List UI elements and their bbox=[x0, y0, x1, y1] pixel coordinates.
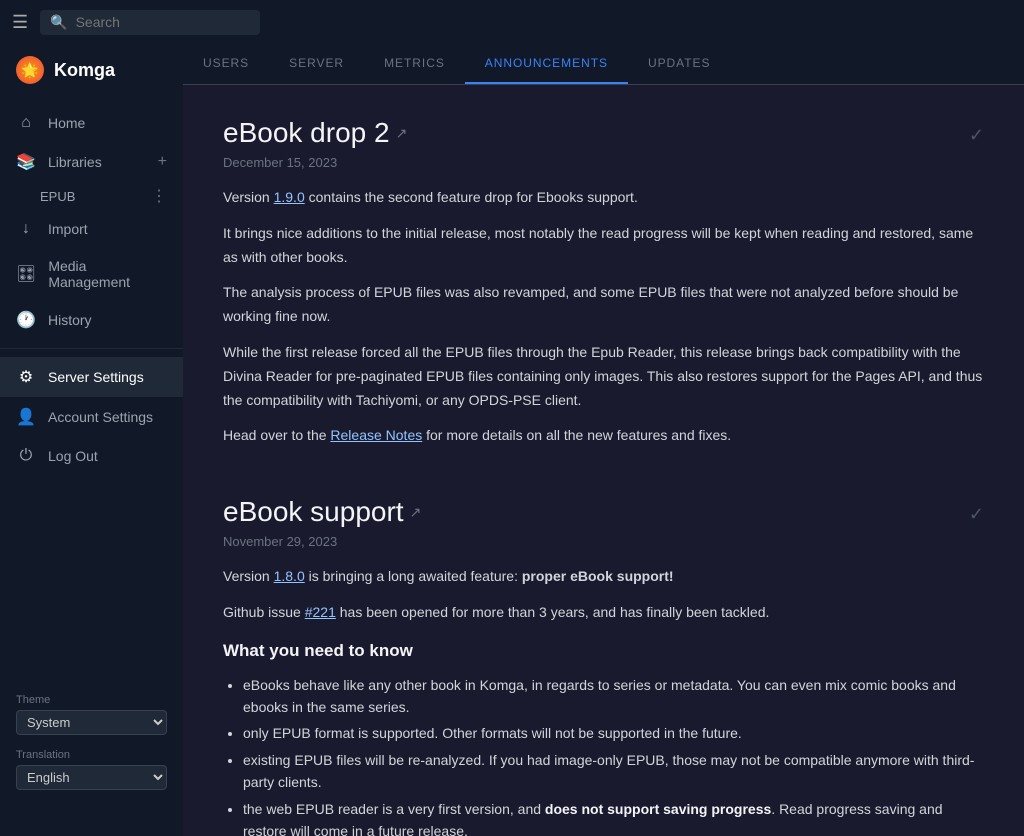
announcement-title-2: eBook support ↗ bbox=[223, 496, 984, 528]
sidebar-item-label: History bbox=[48, 312, 167, 328]
announcement-ebook-support: ✓ eBook support ↗ November 29, 2023 Vers… bbox=[223, 496, 984, 836]
history-icon: 🕐 bbox=[16, 310, 36, 330]
announcement-date-2: November 29, 2023 bbox=[223, 534, 984, 549]
logo-icon: 🌟 bbox=[16, 56, 44, 84]
sidebar-item-label: Import bbox=[48, 221, 167, 237]
list-item: only EPUB format is supported. Other for… bbox=[243, 722, 984, 744]
check-icon-2: ✓ bbox=[969, 504, 984, 525]
log-out-icon: ⏻ bbox=[16, 447, 36, 465]
theme-section: Theme System bbox=[16, 694, 167, 735]
announcement-body: Version 1.9.0 contains the second featur… bbox=[223, 186, 984, 448]
libraries-icon: 📚 bbox=[16, 152, 36, 172]
account-settings-icon: 👤 bbox=[16, 407, 36, 427]
epub-library-header: EPUB ⋮ bbox=[0, 182, 183, 210]
announcement-date: December 15, 2023 bbox=[223, 155, 984, 170]
tabs-bar: USERS SERVER METRICS ANNOUNCEMENTS UPDAT… bbox=[183, 44, 1024, 85]
home-icon: ⌂ bbox=[16, 114, 36, 132]
sidebar-item-label: Home bbox=[48, 115, 167, 131]
tab-users[interactable]: USERS bbox=[183, 44, 269, 84]
tab-updates[interactable]: UPDATES bbox=[628, 44, 731, 84]
sidebar-divider bbox=[0, 348, 183, 349]
ext-link-icon: ↗ bbox=[396, 125, 408, 142]
sidebar-item-log-out[interactable]: ⏻ Log Out bbox=[0, 437, 183, 475]
sidebar-item-history[interactable]: 🕐 History bbox=[0, 300, 183, 340]
app-logo: 🌟 Komga bbox=[0, 44, 183, 96]
theme-select[interactable]: System bbox=[16, 710, 167, 735]
app-name: Komga bbox=[54, 60, 115, 81]
server-settings-icon: ⚙ bbox=[16, 367, 36, 387]
translation-label: Translation bbox=[16, 749, 167, 761]
sidebar-footer: Theme System Translation English bbox=[0, 682, 183, 816]
sidebar-item-label: Account Settings bbox=[48, 409, 167, 425]
search-icon: 🔍 bbox=[50, 14, 67, 31]
media-management-icon: 🎛 bbox=[16, 264, 36, 284]
search-box: 🔍 bbox=[40, 10, 260, 35]
list-item: eBooks behave like any other book in Kom… bbox=[243, 674, 984, 719]
announcement-title: eBook drop 2 ↗ bbox=[223, 117, 984, 149]
version-link[interactable]: 1.9.0 bbox=[274, 189, 305, 205]
what-to-know-title: What you need to know bbox=[223, 637, 984, 666]
sidebar-item-home[interactable]: ⌂ Home bbox=[0, 104, 183, 142]
release-notes-link[interactable]: Release Notes bbox=[330, 427, 422, 443]
sidebar-item-media-management[interactable]: 🎛 Media Management bbox=[0, 248, 183, 300]
sidebar-nav: ⌂ Home 📚 Libraries + EPUB ⋮ ↓ Import 🎛 M… bbox=[0, 104, 183, 475]
sidebar-item-label: Media Management bbox=[48, 258, 167, 290]
tab-metrics[interactable]: METRICS bbox=[364, 44, 465, 84]
sidebar-item-libraries[interactable]: 📚 Libraries + bbox=[0, 142, 183, 182]
epub-library-menu-icon[interactable]: ⋮ bbox=[151, 186, 167, 206]
search-input[interactable] bbox=[76, 14, 251, 30]
check-icon: ✓ bbox=[969, 125, 984, 146]
tab-announcements[interactable]: ANNOUNCEMENTS bbox=[465, 44, 628, 84]
announcements-content: ✓ eBook drop 2 ↗ December 15, 2023 Versi… bbox=[183, 85, 1024, 836]
what-to-know-list: eBooks behave like any other book in Kom… bbox=[223, 674, 984, 836]
sidebar-item-import[interactable]: ↓ Import bbox=[0, 210, 183, 248]
announcement-body-2: Version 1.8.0 is bringing a long awaited… bbox=[223, 565, 984, 836]
import-icon: ↓ bbox=[16, 220, 36, 238]
list-item: existing EPUB files will be re-analyzed.… bbox=[243, 749, 984, 794]
github-221-link[interactable]: #221 bbox=[305, 604, 336, 620]
sidebar-item-account-settings[interactable]: 👤 Account Settings bbox=[0, 397, 183, 437]
epub-library-name[interactable]: EPUB bbox=[16, 189, 75, 204]
translation-section: Translation English bbox=[16, 749, 167, 790]
announcement-ebook-drop-2: ✓ eBook drop 2 ↗ December 15, 2023 Versi… bbox=[223, 117, 984, 448]
main-content: USERS SERVER METRICS ANNOUNCEMENTS UPDAT… bbox=[183, 44, 1024, 836]
sidebar-item-label: Server Settings bbox=[48, 369, 167, 385]
theme-label: Theme bbox=[16, 694, 167, 706]
list-item: the web EPUB reader is a very first vers… bbox=[243, 798, 984, 836]
sidebar-item-label: Log Out bbox=[48, 448, 167, 464]
add-library-icon[interactable]: + bbox=[158, 153, 167, 171]
menu-icon[interactable]: ☰ bbox=[12, 12, 28, 33]
sidebar-item-label: Libraries bbox=[48, 154, 146, 170]
version-180-link[interactable]: 1.8.0 bbox=[274, 568, 305, 584]
ext-link-icon-2: ↗ bbox=[410, 504, 422, 521]
tab-server[interactable]: SERVER bbox=[269, 44, 364, 84]
translation-select[interactable]: English bbox=[16, 765, 167, 790]
sidebar-item-server-settings[interactable]: ⚙ Server Settings bbox=[0, 357, 183, 397]
sidebar: 🌟 Komga ⌂ Home 📚 Libraries + EPUB ⋮ ↓ Im… bbox=[0, 44, 183, 836]
